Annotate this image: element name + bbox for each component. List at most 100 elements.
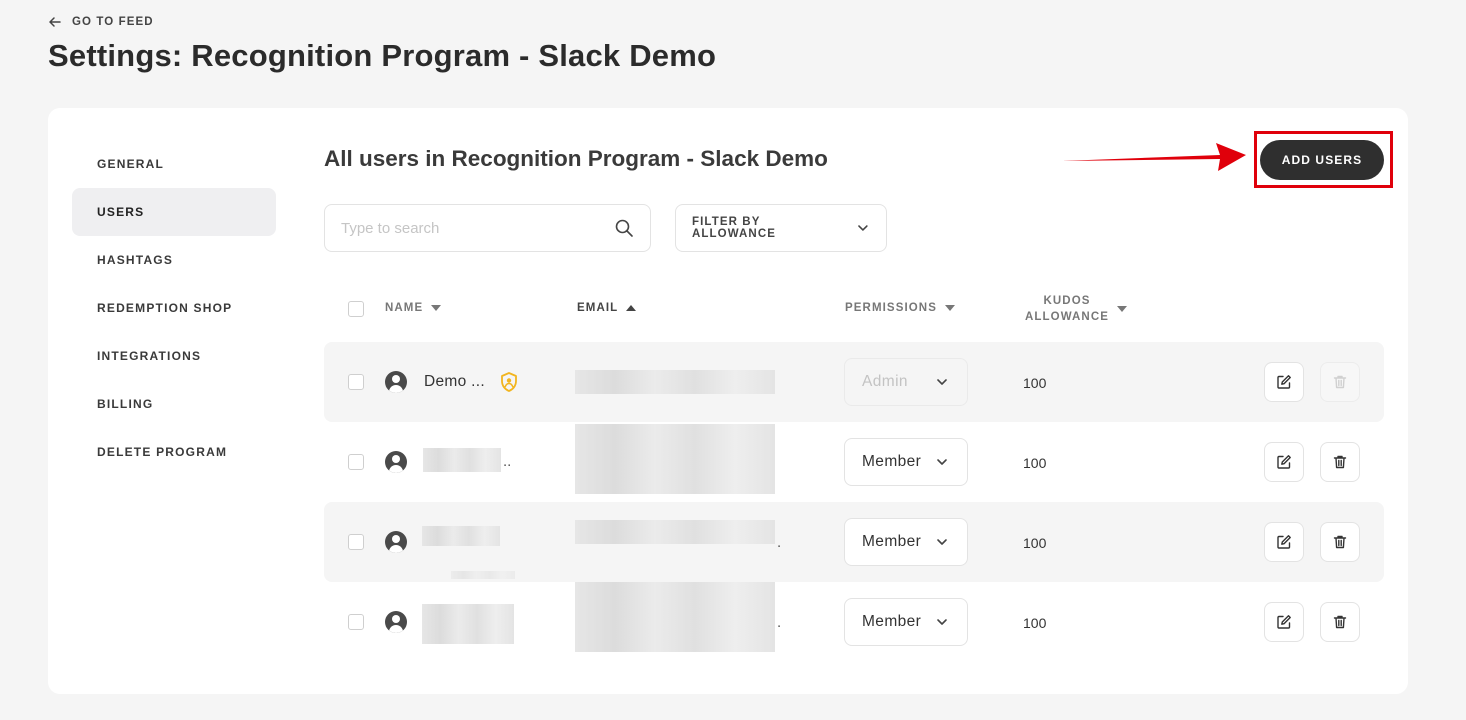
kudos-allowance-value: 100 — [1023, 615, 1047, 631]
delete-user-button[interactable] — [1320, 522, 1360, 562]
column-header-label: NAME — [385, 302, 424, 314]
table-row: Demo ... Admin 100 — [324, 342, 1384, 422]
row-checkbox[interactable] — [348, 374, 364, 390]
user-avatar-icon — [385, 451, 407, 473]
search-box — [324, 204, 651, 252]
redacted-email — [575, 582, 775, 652]
edit-user-button[interactable] — [1264, 602, 1304, 642]
row-checkbox[interactable] — [348, 614, 364, 630]
edit-icon — [1277, 455, 1291, 469]
search-icon[interactable] — [614, 218, 634, 238]
permission-dropdown[interactable]: Member — [844, 518, 968, 566]
redacted-name — [423, 448, 501, 472]
go-to-feed-link[interactable]: GO TO FEED — [48, 15, 154, 29]
user-avatar-icon — [385, 531, 407, 553]
table-row: .. Member 100 — [324, 422, 1384, 502]
redacted-email — [575, 520, 775, 544]
permission-value: Member — [862, 533, 922, 550]
email-truncation: . — [777, 534, 782, 551]
kudos-allowance-value: 100 — [1023, 375, 1047, 391]
email-truncation: . — [777, 614, 782, 631]
trash-icon — [1333, 535, 1347, 549]
edit-user-button[interactable] — [1264, 362, 1304, 402]
select-all-checkbox[interactable] — [348, 301, 364, 317]
filter-by-allowance-dropdown[interactable]: FILTER BY ALLOWANCE — [675, 204, 887, 252]
sidebar-item-redemption-shop[interactable]: REDEMPTION SHOP — [72, 284, 276, 332]
sidebar-item-label: INTEGRATIONS — [97, 349, 202, 363]
sidebar-item-label: BILLING — [97, 397, 154, 411]
column-header-label: PERMISSIONS — [845, 302, 937, 314]
column-header-name[interactable]: NAME — [385, 302, 442, 314]
settings-card: GENERAL USERS HASHTAGS REDEMPTION SHOP I… — [48, 108, 1408, 694]
annotation-arrow — [1062, 143, 1246, 171]
user-name: Demo ... — [424, 373, 485, 390]
row-checkbox[interactable] — [348, 454, 364, 470]
sidebar-item-label: HASHTAGS — [97, 253, 174, 267]
redacted-email — [575, 424, 775, 494]
trash-icon — [1333, 615, 1347, 629]
sidebar-item-label: USERS — [97, 205, 145, 219]
search-input[interactable] — [341, 219, 614, 237]
chevron-down-icon — [937, 539, 947, 545]
redacted-email — [575, 370, 775, 394]
permission-dropdown[interactable]: Member — [844, 438, 968, 486]
permission-value: Member — [862, 453, 922, 470]
edit-user-button[interactable] — [1264, 522, 1304, 562]
settings-sidebar: GENERAL USERS HASHTAGS REDEMPTION SHOP I… — [72, 140, 276, 476]
kudos-header-line1: KUDOS — [1043, 295, 1091, 307]
sidebar-item-billing[interactable]: BILLING — [72, 380, 276, 428]
name-truncation: .. — [503, 453, 512, 470]
chevron-down-icon — [937, 379, 947, 385]
sidebar-item-integrations[interactable]: INTEGRATIONS — [72, 332, 276, 380]
sidebar-item-users[interactable]: USERS — [72, 188, 276, 236]
delete-user-button[interactable] — [1320, 442, 1360, 482]
edit-icon — [1277, 615, 1291, 629]
chevron-down-icon — [937, 459, 947, 465]
sort-asc-icon — [626, 305, 637, 311]
page-title: Settings: Recognition Program - Slack De… — [48, 38, 717, 73]
column-header-kudos-allowance[interactable]: KUDOS ALLOWANCE — [1025, 293, 1128, 325]
sidebar-item-delete-program[interactable]: DELETE PROGRAM — [72, 428, 276, 476]
permission-value: Admin — [862, 373, 908, 390]
trash-icon — [1333, 375, 1347, 389]
permission-value: Member — [862, 613, 922, 630]
sidebar-item-label: DELETE PROGRAM — [97, 445, 228, 459]
arrow-left-icon — [49, 17, 61, 27]
edit-icon — [1277, 375, 1291, 389]
sidebar-item-label: GENERAL — [97, 157, 165, 171]
edit-icon — [1277, 535, 1291, 549]
column-header-email[interactable]: EMAIL — [577, 302, 637, 314]
go-to-feed-label: GO TO FEED — [72, 16, 154, 28]
chevron-down-icon — [858, 225, 868, 231]
kudos-allowance-value: 100 — [1023, 455, 1047, 471]
redacted-name — [422, 526, 500, 546]
user-avatar-icon — [385, 611, 407, 633]
filter-label: FILTER BY ALLOWANCE — [692, 216, 777, 240]
redacted-name — [422, 604, 514, 644]
table-row: . Member 100 — [324, 502, 1384, 582]
section-title: All users in Recognition Program - Slack… — [324, 146, 828, 171]
add-users-button[interactable]: ADD USERS — [1260, 140, 1384, 180]
sidebar-item-hashtags[interactable]: HASHTAGS — [72, 236, 276, 284]
kudos-header-line2: ALLOWANCE — [1025, 311, 1110, 323]
edit-user-button[interactable] — [1264, 442, 1304, 482]
column-header-label: KUDOS ALLOWANCE — [1025, 293, 1109, 325]
sidebar-item-general[interactable]: GENERAL — [72, 140, 276, 188]
column-header-permissions[interactable]: PERMISSIONS — [845, 302, 955, 314]
column-header-label: EMAIL — [577, 302, 619, 314]
sort-desc-icon — [1117, 306, 1128, 312]
redacted-name-extra — [451, 571, 515, 579]
permission-dropdown: Admin — [844, 358, 968, 406]
permission-dropdown[interactable]: Member — [844, 598, 968, 646]
user-avatar-icon — [385, 371, 407, 393]
row-checkbox[interactable] — [348, 534, 364, 550]
sort-desc-icon — [944, 305, 955, 311]
sort-desc-icon — [431, 305, 442, 311]
delete-user-button[interactable] — [1320, 602, 1360, 642]
chevron-down-icon — [937, 619, 947, 625]
trash-icon — [1333, 455, 1347, 469]
admin-shield-icon — [501, 372, 517, 392]
kudos-allowance-value: 100 — [1023, 535, 1047, 551]
table-row: . Member 100 — [324, 582, 1384, 662]
delete-user-button — [1320, 362, 1360, 402]
